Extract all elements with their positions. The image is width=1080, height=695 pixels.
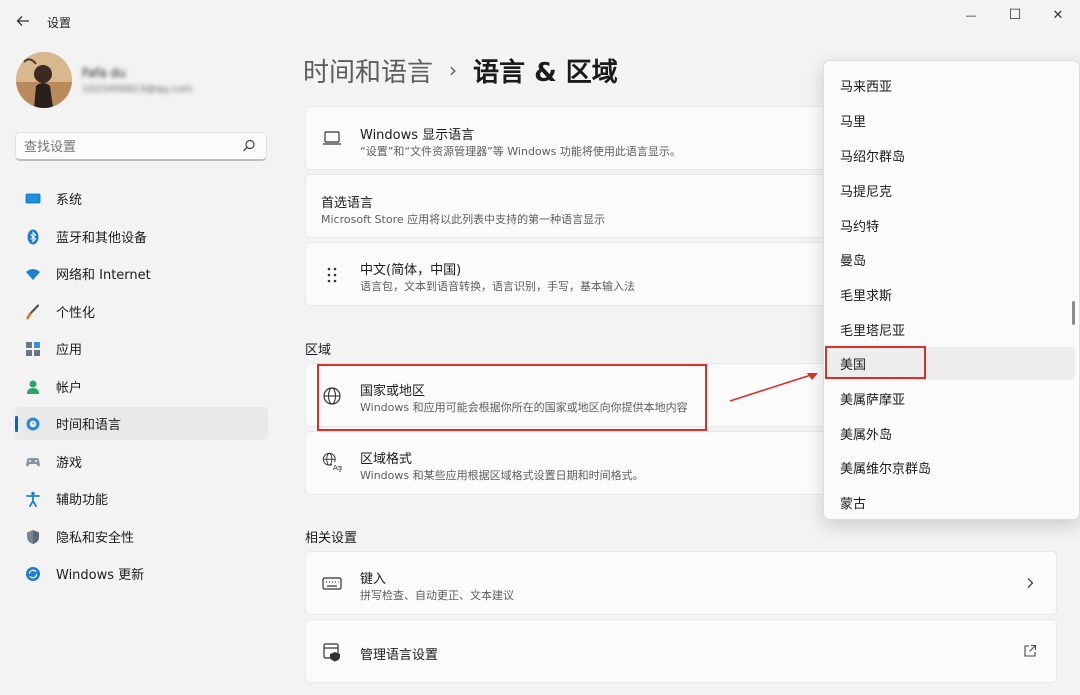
back-button[interactable] <box>10 8 36 34</box>
dropdown-option[interactable]: 美属维尔京群岛 <box>828 451 1075 484</box>
sidebar-item-label: Windows 更新 <box>56 568 145 583</box>
wifi-icon <box>25 266 41 282</box>
sidebar-item-windows-update[interactable]: Windows 更新 <box>15 557 268 590</box>
sidebar-item-accessibility[interactable]: 辅助功能 <box>15 482 268 515</box>
card-title: 键入 <box>360 572 387 587</box>
dropdown-option[interactable]: 蒙古 <box>828 486 1075 519</box>
sidebar-item-gaming[interactable]: 游戏 <box>15 445 268 478</box>
dropdown-scrollbar[interactable] <box>1072 301 1075 325</box>
dropdown-option[interactable]: 毛里求斯 <box>828 278 1075 311</box>
page-title: 语言 & 区域 <box>473 57 618 88</box>
sidebar-item-time-language[interactable]: 时间和语言 <box>15 407 268 440</box>
search-input[interactable] <box>24 137 234 157</box>
card-description: Microsoft Store 应用将以此列表中支持的第一种语言显示 <box>321 213 606 226</box>
sidebar-item-bluetooth[interactable]: 蓝牙和其他设备 <box>15 220 268 253</box>
card-description: 语言包，文本到语音转换，语言识别，手写，基本输入法 <box>360 280 635 293</box>
minimize-icon: — <box>965 8 977 22</box>
section-heading-region: 区域 <box>305 343 332 358</box>
annotation-highlight-selected-option <box>825 346 926 379</box>
sidebar-item-label: 网络和 Internet <box>56 268 151 283</box>
card-title: 区域格式 <box>360 452 413 467</box>
sidebar-item-label: 系统 <box>56 193 83 208</box>
sidebar-item-label: 个性化 <box>56 305 96 321</box>
close-icon: ✕ <box>1052 7 1064 23</box>
accessibility-icon <box>25 491 41 507</box>
typing-settings-card[interactable]: 键入 拼写检查、自动更正、文本建议 <box>305 551 1057 615</box>
sidebar-item-personalization[interactable]: 个性化 <box>15 295 268 328</box>
country-region-dropdown[interactable]: 马来西亚 马里 马绍尔群岛 马提尼克 马约特 曼岛 毛里求斯 毛里塔尼亚 美国 … <box>823 60 1080 520</box>
title-bar: 设置 — ☐ ✕ <box>0 0 1080 40</box>
language-format-icon: A字 <box>322 452 342 473</box>
drag-handle-icon[interactable] <box>322 265 342 285</box>
minimize-button[interactable]: — <box>952 4 990 26</box>
breadcrumb-parent[interactable]: 时间和语言 <box>303 52 433 89</box>
sidebar-item-label: 游戏 <box>56 455 83 471</box>
chevron-right-icon <box>1022 575 1038 591</box>
monitor-icon <box>25 191 41 207</box>
avatar-image <box>16 52 72 108</box>
section-heading-related-settings: 相关设置 <box>305 531 358 546</box>
dropdown-option[interactable]: 马提尼克 <box>828 174 1075 207</box>
dropdown-option[interactable]: 马约特 <box>828 209 1075 242</box>
gamepad-icon <box>25 454 41 470</box>
sidebar-nav: 系统 蓝牙和其他设备 网络和 Internet 个性化 应用 帐户 时间和语言 … <box>15 182 268 595</box>
card-description: Windows 和某些应用根据区域格式设置日期和时间格式。 <box>360 469 644 482</box>
card-title: 首选语言 <box>321 196 374 211</box>
external-link-icon[interactable] <box>1022 643 1038 659</box>
sidebar-item-privacy[interactable]: 隐私和安全性 <box>15 520 268 553</box>
globe-clock-icon <box>25 416 41 432</box>
breadcrumb: 时间和语言 › 语言 & 区域 <box>303 52 618 88</box>
search-icon[interactable] <box>242 139 256 153</box>
admin-language-settings-card[interactable]: 管理语言设置 <box>305 619 1057 683</box>
sidebar-item-label: 帐户 <box>56 380 83 396</box>
dropdown-option[interactable]: 曼岛 <box>828 243 1075 276</box>
person-icon <box>25 379 41 395</box>
breadcrumb-separator: › <box>449 58 458 82</box>
brush-icon <box>25 303 41 320</box>
user-email: 1023456823@qq.com <box>82 84 193 95</box>
dropdown-option[interactable]: 马来西亚 <box>828 69 1075 102</box>
annotation-highlight-country-region <box>317 364 707 431</box>
sidebar-item-accounts[interactable]: 帐户 <box>15 370 268 403</box>
card-description: 拼写检查、自动更正、文本建议 <box>360 589 514 602</box>
laptop-icon <box>322 128 342 148</box>
apps-icon <box>25 341 41 357</box>
card-title: 管理语言设置 <box>360 648 439 663</box>
sidebar-item-label: 应用 <box>56 343 83 358</box>
bluetooth-icon <box>25 229 41 245</box>
sidebar-item-network[interactable]: 网络和 Internet <box>15 257 268 290</box>
annotation-arrow <box>729 373 818 402</box>
app-title: 设置 <box>47 16 72 30</box>
user-name: Fafa du <box>82 66 126 80</box>
dropdown-option[interactable]: 美属萨摩亚 <box>828 382 1075 415</box>
dropdown-option[interactable]: 马绍尔群岛 <box>828 139 1075 172</box>
arrow-left-icon <box>16 16 29 26</box>
admin-shield-icon <box>322 642 342 662</box>
sidebar-item-label: 时间和语言 <box>56 418 122 433</box>
maximize-button[interactable]: ☐ <box>996 4 1034 26</box>
dropdown-option[interactable]: 马里 <box>828 104 1075 137</box>
card-description: “设置”和“文件资源管理器”等 Windows 功能将使用此语言显示。 <box>360 145 681 158</box>
maximize-icon: ☐ <box>1008 7 1022 23</box>
shield-icon <box>25 529 41 545</box>
avatar[interactable] <box>16 52 72 108</box>
card-title: 中文(简体，中国) <box>360 263 462 278</box>
keyboard-icon <box>322 574 342 594</box>
sidebar-item-apps[interactable]: 应用 <box>15 332 268 365</box>
sidebar-item-system[interactable]: 系统 <box>15 182 268 215</box>
update-icon <box>25 566 41 582</box>
card-title: Windows 显示语言 <box>360 128 475 143</box>
sidebar-item-label: 辅助功能 <box>56 493 109 508</box>
search-box[interactable] <box>15 132 267 161</box>
close-button[interactable]: ✕ <box>1039 4 1077 26</box>
sidebar-item-label: 隐私和安全性 <box>56 530 135 546</box>
dropdown-option[interactable]: 毛里塔尼亚 <box>828 313 1075 346</box>
svg-text:字: 字 <box>337 464 342 473</box>
sidebar-item-label: 蓝牙和其他设备 <box>56 230 148 246</box>
dropdown-option[interactable]: 美属外岛 <box>828 417 1075 450</box>
